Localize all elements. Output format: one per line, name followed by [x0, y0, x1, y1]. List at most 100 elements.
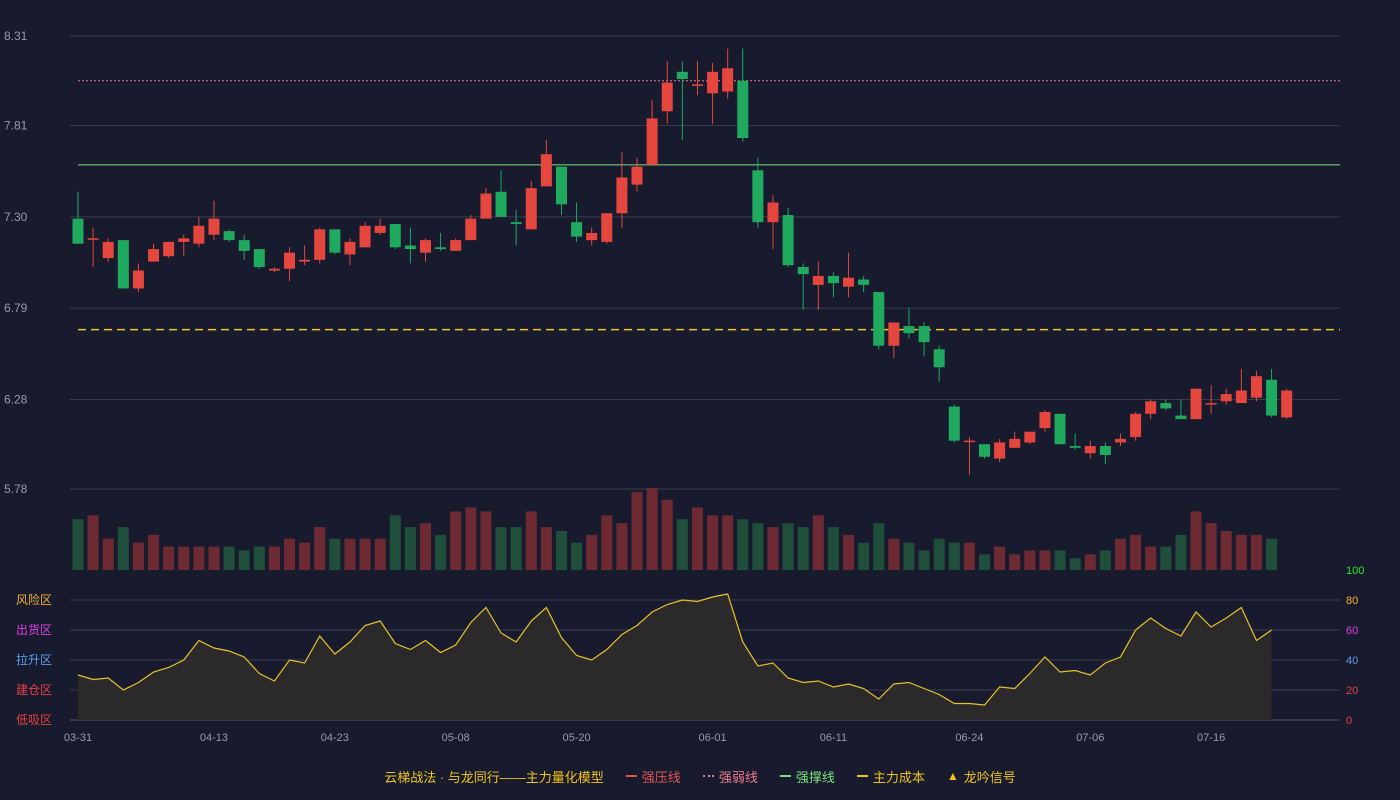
legend-strong-weak[interactable]: 强弱线: [702, 767, 758, 786]
candle-body: [616, 177, 628, 214]
zone-label: 建仓区: [16, 683, 52, 697]
volume-bar: [1250, 534, 1262, 570]
volume-bar: [238, 550, 250, 570]
volume-bar: [284, 538, 296, 570]
volume-bar: [102, 538, 114, 570]
oscillator-axis-label: 40: [1346, 655, 1358, 667]
price-axis-label: 8.31: [4, 29, 28, 43]
volume-bar: [193, 546, 205, 570]
candle-body: [994, 442, 1006, 459]
volume-bar: [722, 515, 734, 570]
candle-body: [1039, 412, 1051, 429]
volume-bar: [1205, 523, 1217, 570]
volume-bar: [465, 507, 477, 570]
candle-body: [450, 240, 462, 251]
legend-strong-pressure[interactable]: 强压线: [625, 767, 681, 786]
candle-body: [132, 270, 144, 289]
volume-bar: [178, 546, 190, 570]
volume-bar: [555, 530, 567, 570]
oscillator-area: [78, 594, 1272, 720]
volume-bar: [812, 515, 824, 570]
volume-bar: [752, 523, 764, 570]
candle-body: [1190, 388, 1202, 420]
candle-body: [344, 241, 356, 255]
volume-bar: [616, 523, 628, 570]
volume-bar: [435, 534, 447, 570]
candle-layer: [72, 48, 1293, 475]
volume-bar: [782, 523, 794, 570]
volume-bar: [1069, 558, 1081, 570]
volume-bar: [163, 546, 175, 570]
candle-body: [661, 82, 673, 112]
candle-body: [374, 225, 386, 233]
volume-bar: [797, 527, 809, 570]
candle-body: [858, 279, 870, 285]
legend-main-cost[interactable]: 主力成本: [856, 767, 925, 786]
candle-body: [1130, 413, 1142, 438]
candle-body: [525, 188, 537, 230]
volume-bar: [1054, 550, 1066, 570]
volume-bar: [903, 542, 915, 570]
volume-bar: [873, 523, 885, 570]
candle-body: [178, 238, 190, 242]
volume-bar: [480, 511, 492, 570]
volume-bar: [676, 519, 688, 570]
candle-body: [631, 166, 643, 185]
candle-body: [1145, 401, 1157, 414]
legend-strong-support[interactable]: 强撑线: [779, 767, 835, 786]
volume-bar: [329, 538, 341, 570]
candle-body: [72, 218, 84, 244]
candle-body: [963, 440, 975, 443]
volume-bar: [918, 550, 930, 570]
volume-bar: [963, 542, 975, 570]
volume-bar: [132, 542, 144, 570]
volume-bar: [314, 527, 326, 570]
candle-body: [888, 322, 900, 346]
candle-body: [268, 268, 280, 271]
model-title: 云梯战法 · 与龙同行——主力量化模型: [384, 769, 604, 785]
legend-swatch-dashed-yellow: [856, 775, 868, 777]
candle-body: [1250, 376, 1262, 398]
x-tick-label: 04-13: [200, 732, 228, 744]
legend-label: 龙吟信号: [963, 769, 1016, 785]
volume-bar: [359, 538, 371, 570]
x-tick-label: 03-31: [64, 732, 92, 744]
candle-body: [253, 249, 265, 267]
candle-body: [1266, 379, 1278, 416]
legend-swatch-solid-red: [625, 775, 637, 777]
candle-body: [1114, 438, 1126, 443]
x-tick-label: 06-24: [955, 732, 983, 744]
volume-bar: [1175, 534, 1187, 570]
candle-body: [1099, 446, 1111, 455]
volume-bar: [389, 515, 401, 570]
candle-body: [1084, 446, 1096, 454]
candle-body: [314, 229, 326, 260]
volume-bar: [495, 527, 507, 570]
legend-swatch-solid-green: [779, 775, 791, 777]
volume-bar: [888, 538, 900, 570]
oscillator-layer: [77, 593, 1272, 720]
volume-bar: [450, 511, 462, 570]
volume-bar: [253, 546, 265, 570]
x-tick-label: 04-23: [321, 732, 349, 744]
candle-body: [1054, 413, 1066, 445]
candle-body: [1235, 390, 1247, 404]
candle-body: [435, 247, 447, 250]
volume-bar: [1024, 550, 1036, 570]
candle-body: [102, 241, 114, 259]
zone-label: 风险区: [16, 592, 52, 607]
volume-bar: [208, 546, 220, 570]
volume-bar: [510, 527, 522, 570]
legend-label: 强弱线: [718, 769, 758, 785]
legend-dragon-signal[interactable]: ▲ 龙吟信号: [947, 767, 1016, 786]
candle-body: [1069, 446, 1081, 448]
candle-body: [148, 249, 160, 262]
x-tick-label: 06-11: [820, 732, 847, 744]
candle-body: [223, 231, 235, 241]
volume-bar: [933, 538, 945, 570]
legend-label: 强撑线: [795, 769, 835, 785]
candle-body: [359, 225, 371, 248]
volume-bar: [1084, 554, 1096, 570]
candle-body: [1281, 390, 1293, 418]
candle-body: [873, 292, 885, 346]
